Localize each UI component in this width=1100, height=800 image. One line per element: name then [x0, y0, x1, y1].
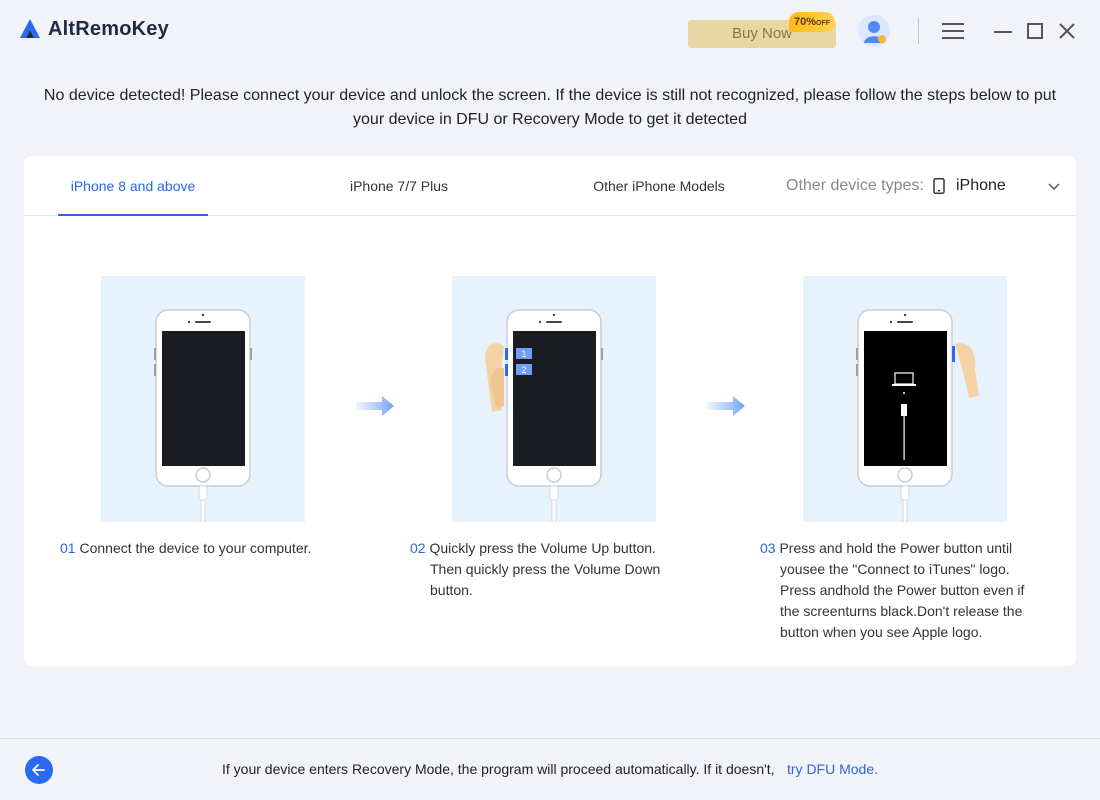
step-2-description: Quickly press the Volume Up button. Then…	[429, 540, 661, 598]
arrow-right-icon	[356, 396, 394, 416]
step-3-description: Press and hold the Power button until yo…	[779, 540, 1025, 640]
model-tabs: iPhone 8 and above iPhone 7/7 Plus Other…	[24, 156, 1076, 216]
step-3-illustration	[803, 276, 1007, 522]
step-1-number: 01	[60, 540, 76, 556]
no-device-notice: No device detected! Please connect your …	[43, 87, 1057, 128]
step-3-text: 03 Press and hold the Power button until…	[760, 538, 1040, 643]
discount-badge: 70%OFF	[789, 12, 836, 32]
app-logo: AltRemoKey	[18, 17, 169, 41]
device-type-value: iPhone	[956, 177, 1006, 194]
step-1-illustration	[101, 276, 305, 522]
step-2-text: 02 Quickly press the Volume Up button. T…	[410, 538, 672, 601]
instructions-card: iPhone 8 and above iPhone 7/7 Plus Other…	[24, 156, 1076, 666]
step-2-number: 02	[410, 540, 426, 556]
maximize-icon[interactable]	[1025, 21, 1045, 41]
phone-icon	[933, 178, 945, 194]
tab-iphone-7[interactable]: iPhone 7/7 Plus	[324, 156, 474, 216]
step-3-number: 03	[760, 540, 776, 556]
step-1-text: 01 Connect the device to your computer.	[60, 538, 360, 559]
discount-suffix: OFF	[816, 20, 831, 27]
volume-up-marker: 1	[521, 349, 526, 359]
minimize-icon[interactable]	[993, 21, 1013, 41]
device-type-label: Other device types:	[786, 177, 924, 194]
back-button[interactable]	[25, 756, 53, 784]
chevron-down-icon	[1048, 183, 1060, 191]
discount-value: 70%	[794, 16, 817, 28]
arrow-left-icon	[32, 764, 45, 776]
close-icon[interactable]	[1057, 21, 1077, 41]
step-1-description: Connect the device to your computer.	[79, 540, 312, 556]
device-type-select[interactable]: iPhone	[932, 174, 1062, 198]
recovery-mode-hint: If your device enters Recovery Mode, the…	[222, 761, 775, 777]
volume-down-marker: 2	[521, 365, 526, 375]
tab-other-iphone-models[interactable]: Other iPhone Models	[584, 156, 734, 216]
user-avatar-icon[interactable]	[858, 15, 890, 47]
arrow-right-icon	[707, 396, 745, 416]
logo-icon	[20, 19, 40, 38]
app-name: AltRemoKey	[48, 17, 169, 40]
title-bar: AltRemoKey Buy Now 70%OFF	[0, 0, 1100, 62]
footer-bar: If your device enters Recovery Mode, the…	[0, 738, 1100, 800]
tab-iphone-8-and-above[interactable]: iPhone 8 and above	[58, 156, 208, 216]
try-dfu-mode-link[interactable]: try DFU Mode.	[787, 761, 878, 777]
step-2-illustration: 1 2	[452, 276, 656, 522]
titlebar-divider	[918, 18, 919, 44]
menu-icon[interactable]	[940, 20, 966, 42]
